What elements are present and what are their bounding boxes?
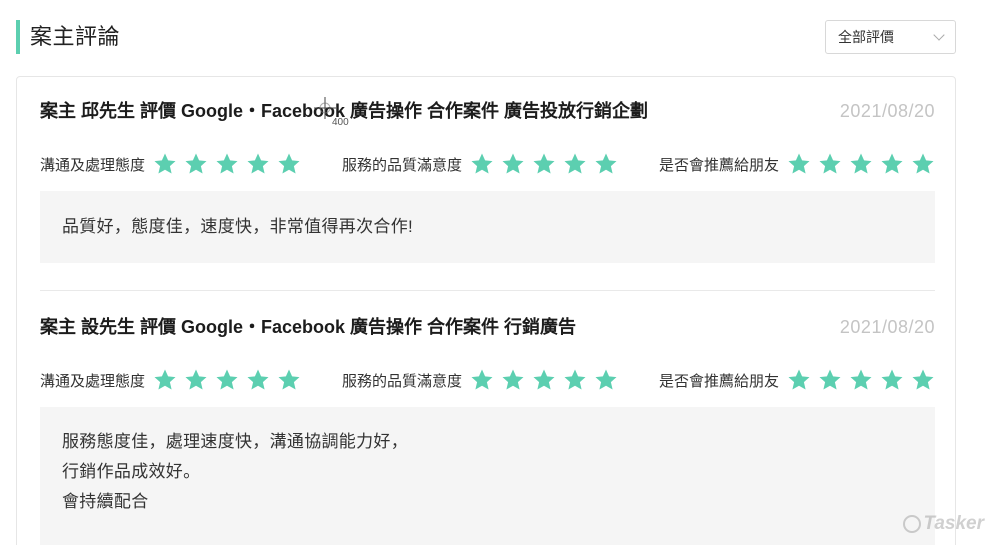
rating-label: 是否會推薦給朋友: [659, 156, 780, 174]
star-icon: [594, 368, 621, 392]
star-icon: [911, 368, 938, 392]
rating-recommend: 是否會推薦給朋友: [659, 365, 942, 395]
star-rating: [470, 152, 625, 176]
star-rating: [153, 368, 308, 392]
comment-line: 服務態度佳，處理速度快，溝通協調能力好，: [62, 432, 408, 451]
star-icon: [215, 152, 242, 176]
watermark: Tasker: [903, 513, 984, 535]
star-icon: [277, 368, 304, 392]
rating-label: 服務的品質滿意度: [342, 156, 463, 174]
star-icon: [849, 368, 876, 392]
filter-selected-value: 全部評價: [838, 29, 894, 45]
review-item: 案主 邱先生 評價 Google・Facebook 廣告操作 合作案件 廣告投放…: [40, 99, 935, 263]
star-icon: [787, 152, 814, 176]
star-icon: [532, 368, 559, 392]
star-icon: [563, 152, 590, 176]
star-icon: [787, 368, 814, 392]
star-icon: [818, 368, 845, 392]
rating-recommend: 是否會推薦給朋友: [659, 149, 942, 179]
review-date: 2021/08/20: [839, 101, 935, 121]
review-comment: 服務態度佳，處理速度快，溝通協調能力好， 行銷作品成效好。 會持續配合: [40, 407, 935, 545]
review-header: 案主 設先生 評價 Google・Facebook 廣告操作 合作案件 行銷廣告…: [40, 315, 935, 345]
star-icon: [470, 152, 497, 176]
star-icon: [501, 152, 528, 176]
chevron-down-icon: [933, 29, 945, 41]
tasker-logo-icon: [903, 515, 922, 533]
star-icon: [849, 152, 876, 176]
star-icon: [880, 152, 907, 176]
rating-label: 溝通及處理態度: [40, 372, 146, 390]
star-icon: [880, 368, 907, 392]
page: 案主評論 全部評價 案主 邱先生 評價 Google・Facebook 廣告操作…: [0, 0, 1000, 545]
star-icon: [277, 152, 304, 176]
cursor-coordinate-label: 400: [332, 117, 349, 128]
rating-communication: 溝通及處理態度: [40, 149, 308, 179]
star-icon: [911, 152, 938, 176]
watermark-text: Tasker: [923, 513, 984, 534]
rating-label: 是否會推薦給朋友: [659, 372, 780, 390]
comment-line: 品質好，態度佳，速度快，非常值得再次合作!: [62, 217, 414, 236]
review-ratings: 溝通及處理態度 服務的品質滿意度 是否會推薦給朋友: [40, 149, 935, 179]
rating-filter-dropdown[interactable]: 全部評價: [825, 20, 956, 54]
star-rating: [787, 368, 942, 392]
review-header: 案主 邱先生 評價 Google・Facebook 廣告操作 合作案件 廣告投放…: [40, 99, 935, 129]
star-icon: [246, 152, 273, 176]
review-item: 案主 設先生 評價 Google・Facebook 廣告操作 合作案件 行銷廣告…: [40, 315, 935, 545]
comment-line: 會持續配合: [62, 492, 149, 511]
review-date: 2021/08/20: [839, 317, 935, 337]
star-rating: [787, 152, 942, 176]
star-icon: [501, 368, 528, 392]
rating-service-quality: 服務的品質滿意度: [342, 149, 625, 179]
star-icon: [153, 152, 180, 176]
star-icon: [563, 368, 590, 392]
star-icon: [215, 368, 242, 392]
rating-service-quality: 服務的品質滿意度: [342, 365, 625, 395]
star-icon: [184, 368, 211, 392]
review-title: 案主 設先生 評價 Google・Facebook 廣告操作 合作案件 行銷廣告: [40, 317, 577, 337]
star-rating: [153, 152, 308, 176]
star-icon: [818, 152, 845, 176]
star-icon: [532, 152, 559, 176]
rating-communication: 溝通及處理態度: [40, 365, 308, 395]
crosshair-cursor-icon: [314, 97, 336, 119]
rating-label: 服務的品質滿意度: [342, 372, 463, 390]
comment-line: 行銷作品成效好。: [62, 462, 201, 481]
star-icon: [246, 368, 273, 392]
star-icon: [470, 368, 497, 392]
star-icon: [153, 368, 180, 392]
review-ratings: 溝通及處理態度 服務的品質滿意度 是否會推薦給朋友: [40, 365, 935, 395]
reviews-card: 案主 邱先生 評價 Google・Facebook 廣告操作 合作案件 廣告投放…: [16, 76, 956, 545]
star-icon: [184, 152, 211, 176]
page-title: 案主評論: [30, 24, 121, 49]
rating-label: 溝通及處理態度: [40, 156, 146, 174]
star-rating: [470, 368, 625, 392]
star-icon: [594, 152, 621, 176]
title-accent-bar: [16, 20, 20, 54]
section-header: 案主評論 全部評價: [16, 20, 956, 54]
review-comment: 品質好，態度佳，速度快，非常值得再次合作!: [40, 191, 935, 263]
review-divider: [40, 290, 935, 291]
